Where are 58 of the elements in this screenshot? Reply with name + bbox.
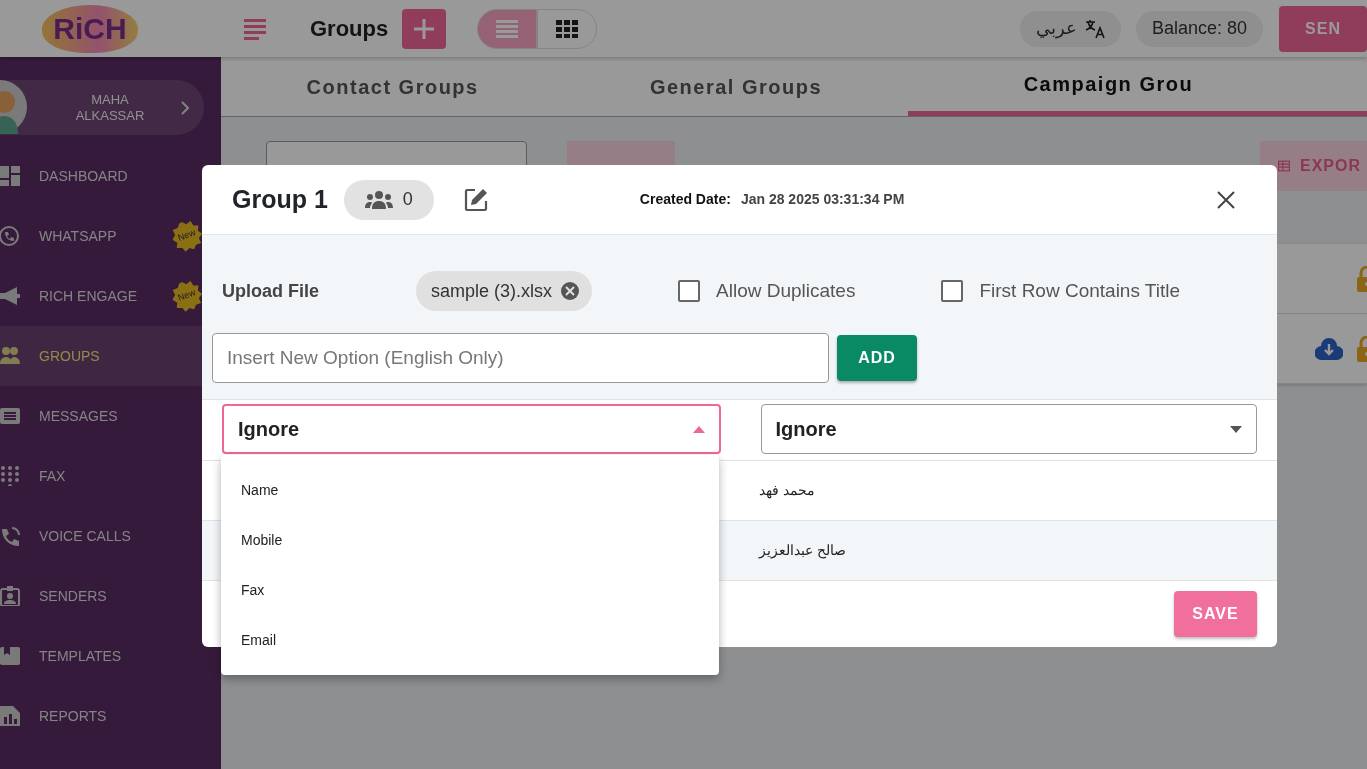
table-cell-text: محمد فهد — [759, 481, 815, 501]
tab[interactable]: Campaign Grou — [907, 57, 1367, 116]
created-date: Jan 28 2025 03:31:34 PM — [740, 190, 905, 209]
view-toggle[interactable] — [537, 8, 598, 49]
add-button[interactable] — [402, 8, 447, 49]
chevron-icon — [180, 99, 190, 116]
user-name: MAHA ALKASSAR — [74, 91, 146, 124]
sidebar-item[interactable]: VOICE CALLS — [0, 506, 221, 566]
menu-icon[interactable] — [244, 17, 268, 40]
caret-up-icon — [692, 425, 705, 433]
phone-icon — [0, 526, 20, 546]
upload-file-label: Upload File — [222, 279, 320, 303]
list-icon — [496, 19, 519, 38]
language-button[interactable]: عربي — [1020, 10, 1121, 47]
plus-icon — [413, 17, 436, 40]
translate-icon — [1085, 18, 1105, 39]
people-icon — [364, 190, 393, 209]
caret-down-icon — [1230, 425, 1242, 433]
add-button[interactable]: ADD — [837, 335, 917, 381]
send-button[interactable]: SEN — [1279, 5, 1367, 52]
phone-icon — [0, 226, 20, 246]
table-cell-text: صالح عبدالعزيز — [759, 541, 846, 561]
option-input-field[interactable]: Insert New Option (English Only) — [212, 333, 829, 383]
created-date-label: Created Date: — [639, 190, 731, 209]
logo: RiCH — [42, 4, 138, 53]
modal-title: Group 1 — [232, 183, 328, 215]
dropdown-option[interactable]: Email — [221, 615, 719, 665]
edit-icon — [463, 187, 488, 212]
page-title: Groups — [310, 15, 389, 43]
dashboard-icon — [0, 166, 20, 186]
dropdown-option[interactable]: Mobile — [221, 515, 719, 565]
column-select[interactable]: Ignore — [760, 404, 1257, 454]
sidebar-item[interactable]: FAX — [0, 446, 221, 506]
remove-icon[interactable] — [560, 281, 581, 301]
view-toggle[interactable] — [477, 8, 538, 49]
megaphone-icon — [0, 286, 20, 306]
sidebar-item[interactable]: MESSAGES — [0, 386, 221, 446]
edit-button[interactable] — [463, 187, 488, 212]
sidebar-item[interactable]: DASHBOARD — [0, 146, 221, 206]
id-card-icon — [0, 586, 20, 606]
checkbox[interactable]: Allow Duplicates — [678, 276, 856, 306]
close-icon — [1217, 191, 1235, 210]
people-icon — [0, 346, 20, 366]
sidebar-item[interactable]: REPORTS — [0, 686, 221, 746]
sidebar-item[interactable]: SENDERS — [0, 566, 221, 626]
column-select[interactable]: Ignore — [222, 404, 721, 454]
tab[interactable]: Contact Groups — [221, 57, 565, 116]
dropdown-option[interactable]: Fax — [221, 565, 719, 615]
keypad-icon — [0, 466, 20, 486]
save-button[interactable]: SAVE — [1174, 591, 1257, 637]
member-count: 0 — [343, 179, 434, 220]
dropdown-option[interactable]: Name — [221, 465, 719, 515]
checkbox[interactable]: First Row Contains Title — [941, 276, 1181, 306]
tab[interactable]: General Groups — [564, 57, 908, 116]
grid-icon — [556, 19, 579, 38]
file-chip: sample (3).xlsx — [416, 271, 593, 311]
sidebar-item[interactable]: TEMPLATES — [0, 626, 221, 686]
balance-label: Balance: 80 — [1136, 10, 1264, 47]
